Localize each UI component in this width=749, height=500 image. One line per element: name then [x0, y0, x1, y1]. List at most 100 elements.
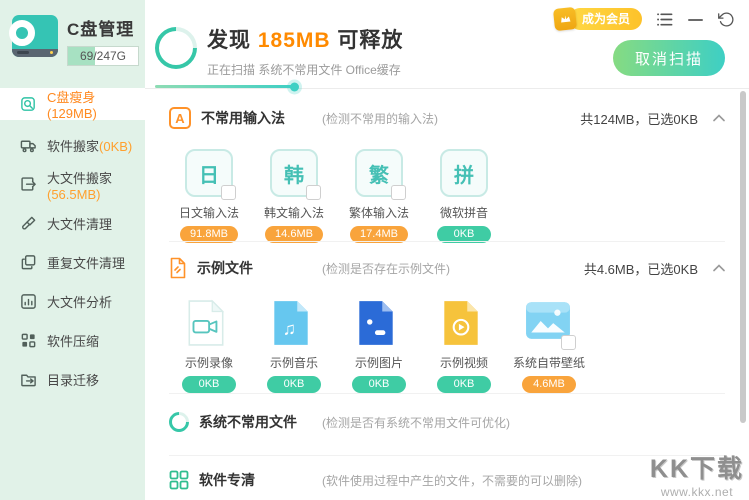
folder-move-icon: [20, 371, 37, 388]
divider: [169, 455, 725, 456]
sidebar-item-label: 软件压缩: [47, 331, 99, 350]
cancel-scan-button[interactable]: 取消扫描: [613, 40, 725, 76]
sidebar-item-big-file-mover[interactable]: 大文件搬家(56.5MB): [0, 165, 145, 204]
item-size-badge: 0KB: [352, 376, 406, 393]
section-sample-files-header[interactable]: 示例文件 (检测是否存在示例文件) 共4.6MB，已选0KB: [169, 255, 725, 281]
disk-logo-icon: [12, 15, 58, 57]
item-label: 系统自带壁纸: [509, 354, 589, 371]
cleanup-item-traditional-ime[interactable]: 繁 繁体输入法 17.4MB: [339, 149, 419, 243]
cleanup-item-sample-music[interactable]: ♫ 示例音乐 0KB: [254, 299, 334, 393]
item-label: 示例音乐: [254, 354, 334, 371]
cleanup-item-sample-pictures[interactable]: 示例图片 0KB: [339, 299, 419, 393]
item-label: 日文输入法: [169, 204, 249, 221]
input-method-section-icon: A: [169, 107, 191, 129]
export-icon: [20, 176, 37, 193]
cleanup-item-sample-videos[interactable]: 示例视频 0KB: [424, 299, 504, 393]
disk-usage-text: 69/247G: [68, 47, 138, 65]
chevron-up-icon[interactable]: [713, 264, 725, 272]
sidebar-item-duplicate-clean[interactable]: 重复文件清理: [0, 243, 145, 282]
menu-icon[interactable]: [655, 10, 673, 28]
section-spinner-icon: [165, 408, 193, 436]
item-size-badge: 0KB: [182, 376, 236, 393]
checkbox[interactable]: [306, 185, 321, 200]
sidebar-item-label: 目录迁移: [47, 370, 99, 389]
item-label: 韩文输入法: [254, 204, 334, 221]
main-area: 成为会员 发现 185MB 可释放 正在扫描 系统不常用文件 Office缓存 …: [145, 0, 749, 500]
video-recorder-file-icon: [185, 299, 233, 347]
releasable-size: 185MB: [258, 29, 331, 52]
sidebar-item-app-compress[interactable]: 软件压缩: [0, 321, 145, 360]
section-desc: (检测是否存在示例文件): [322, 260, 450, 277]
become-member-button[interactable]: 成为会员: [554, 8, 642, 30]
sidebar-item-label: C盘瘦身(129MB): [47, 87, 145, 121]
section-system-files-header[interactable]: 系统不常用文件 (检测是否有系统不常用文件可优化): [169, 409, 725, 435]
bar-chart-icon: [20, 293, 37, 310]
music-file-icon: ♫: [270, 299, 318, 347]
section-summary: 共4.6MB，已选0KB: [584, 259, 698, 278]
sidebar-item-label: 大文件分析: [47, 292, 112, 311]
scrollbar-thumb[interactable]: [740, 91, 746, 423]
cleanup-item-system-wallpaper[interactable]: 系统自带壁纸 4.6MB: [509, 299, 589, 393]
sidebar-item-label: 大文件搬家(56.5MB): [47, 168, 145, 202]
item-label: 示例录像: [169, 354, 249, 371]
scan-status-text: 正在扫描 系统不常用文件 Office缓存: [207, 61, 403, 78]
cleanup-item-ms-pinyin[interactable]: 拼 微软拼音 0KB: [424, 149, 504, 243]
scan-spinner: [146, 18, 205, 77]
item-label: 繁体输入法: [339, 204, 419, 221]
section-input-methods-header[interactable]: A 不常用输入法 (检测不常用的输入法) 共124MB，已选0KB: [169, 105, 725, 131]
undo-icon[interactable]: [717, 10, 735, 28]
sidebar: C盘管理 69/247G C盘瘦身(129MB) 软件搬家(0KB) 大文件搬家…: [0, 0, 145, 500]
watermark: KK下载 www.kkx.net: [650, 449, 744, 499]
app-title: C盘管理: [67, 15, 139, 40]
scan-result-title: 发现 185MB 可释放: [207, 24, 403, 54]
sidebar-item-label: 大文件清理: [47, 214, 112, 233]
sidebar-item-directory-migrate[interactable]: 目录迁移: [0, 360, 145, 399]
app-clean-section-icon: [169, 470, 189, 490]
sidebar-item-app-mover[interactable]: 软件搬家(0KB): [0, 126, 145, 165]
item-size-badge: 0KB: [267, 376, 321, 393]
sidebar-nav: C盘瘦身(129MB) 软件搬家(0KB) 大文件搬家(56.5MB) 大文件清…: [0, 88, 145, 399]
app-logo-row: C盘管理 69/247G: [0, 0, 145, 66]
watermark-logo: KK下载: [650, 449, 744, 485]
duplicate-files-icon: [20, 254, 37, 271]
ime-icon: 拼: [440, 149, 488, 197]
scan-progress-dot: [290, 82, 299, 91]
sample-file-section-icon: [169, 257, 187, 279]
section-title: 软件专清: [199, 470, 255, 490]
checkbox[interactable]: [561, 335, 576, 350]
compress-grid-icon: [20, 332, 37, 349]
checkbox[interactable]: [391, 185, 406, 200]
cleanup-item-korean-ime[interactable]: 韩 韩文输入法 14.6MB: [254, 149, 334, 243]
sidebar-item-label: 重复文件清理: [47, 253, 125, 272]
item-size-badge: 4.6MB: [522, 376, 576, 393]
scan-status-block: 发现 185MB 可释放 正在扫描 系统不常用文件 Office缓存: [207, 24, 403, 78]
sidebar-item-c-drive-slim[interactable]: C盘瘦身(129MB): [0, 88, 145, 120]
input-method-tiles: 日 日文输入法 91.8MB 韩 韩文输入法 14.6MB 繁 繁体输入法 17…: [169, 149, 504, 243]
cleanup-panel: A 不常用输入法 (检测不常用的输入法) 共124MB，已选0KB 日 日文输入…: [145, 88, 749, 500]
checkbox[interactable]: [221, 185, 236, 200]
picture-file-icon: [355, 299, 403, 347]
scan-icon: [20, 96, 37, 113]
section-title: 示例文件: [197, 258, 253, 278]
section-desc: (检测不常用的输入法): [322, 110, 438, 127]
sidebar-item-label: 软件搬家(0KB): [47, 136, 132, 155]
section-title: 系统不常用文件: [199, 412, 297, 432]
watermark-url: www.kkx.net: [650, 485, 744, 499]
truck-icon: [20, 137, 37, 154]
sidebar-item-big-file-analysis[interactable]: 大文件分析: [0, 282, 145, 321]
video-file-icon: [440, 299, 488, 347]
scan-progress-fill: [155, 85, 294, 88]
minimize-icon[interactable]: [686, 10, 704, 28]
chevron-up-icon[interactable]: [713, 114, 725, 122]
sample-file-tiles: 示例录像 0KB ♫ 示例音乐 0KB 示例图片 0KB: [169, 299, 589, 393]
crown-icon: [553, 7, 577, 31]
wallpaper-icon: [525, 299, 573, 347]
titlebar: 成为会员: [554, 8, 735, 30]
section-title: 不常用输入法: [201, 108, 285, 128]
sidebar-item-big-file-clean[interactable]: 大文件清理: [0, 204, 145, 243]
cleanup-item-japanese-ime[interactable]: 日 日文输入法 91.8MB: [169, 149, 249, 243]
item-label: 微软拼音: [424, 204, 504, 221]
cleanup-item-sample-recording[interactable]: 示例录像 0KB: [169, 299, 249, 393]
item-size-badge: 0KB: [437, 376, 491, 393]
section-app-clean-header[interactable]: 软件专清 (软件使用过程中产生的文件，不需要的可以删除): [169, 467, 725, 493]
